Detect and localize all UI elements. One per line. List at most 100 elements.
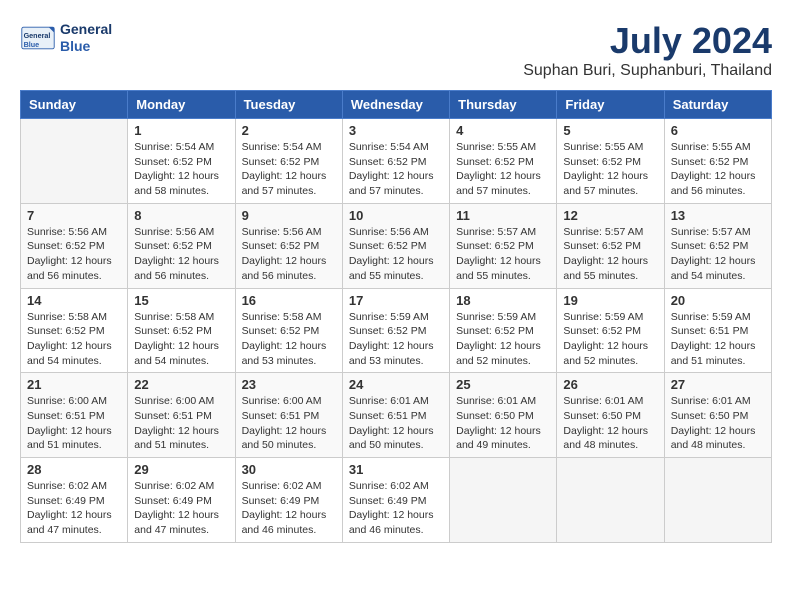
weekday-header-sunday: Sunday — [21, 91, 128, 119]
page-header: General Blue General Blue July 2024 Suph… — [20, 20, 772, 80]
weekday-header-thursday: Thursday — [450, 91, 557, 119]
day-number: 15 — [134, 293, 228, 308]
day-info: Sunrise: 6:02 AM Sunset: 6:49 PM Dayligh… — [349, 479, 443, 538]
calendar-cell: 27 Sunrise: 6:01 AM Sunset: 6:50 PM Dayli… — [664, 373, 771, 458]
day-number: 4 — [456, 123, 550, 138]
day-info: Sunrise: 6:02 AM Sunset: 6:49 PM Dayligh… — [27, 479, 121, 538]
day-info: Sunrise: 5:55 AM Sunset: 6:52 PM Dayligh… — [456, 140, 550, 199]
calendar-cell: 18Sunrise: 5:59 AM Sunset: 6:52 PM Dayli… — [450, 288, 557, 373]
day-number: 19 — [563, 293, 657, 308]
day-info: Sunrise: 5:56 AM Sunset: 6:52 PM Dayligh… — [242, 225, 336, 284]
calendar-cell: 3Sunrise: 5:54 AM Sunset: 6:52 PM Daylig… — [342, 119, 449, 204]
day-info: Sunrise: 6:00 AM Sunset: 6:51 PM Dayligh… — [242, 394, 336, 453]
day-info: Sunrise: 6:00 AM Sunset: 6:51 PM Dayligh… — [27, 394, 121, 453]
day-number: 31 — [349, 462, 443, 477]
day-number: 8 — [134, 208, 228, 223]
weekday-header-row: SundayMondayTuesdayWednesdayThursdayFrid… — [21, 91, 772, 119]
day-number: 6 — [671, 123, 765, 138]
day-number: 3 — [349, 123, 443, 138]
calendar-cell: 21Sunrise: 6:00 AM Sunset: 6:51 PM Dayli… — [21, 373, 128, 458]
calendar-week-5: 28Sunrise: 6:02 AM Sunset: 6:49 PM Dayli… — [21, 458, 772, 543]
calendar-week-3: 14 Sunrise: 5:58 AM Sunset: 6:52 PM Dayli… — [21, 288, 772, 373]
calendar-cell: 17Sunrise: 5:59 AM Sunset: 6:52 PM Dayli… — [342, 288, 449, 373]
day-number: 20 — [671, 293, 765, 308]
day-number: 10 — [349, 208, 443, 223]
calendar-cell: 13 Sunrise: 5:57 AM Sunset: 6:52 PM Dayli… — [664, 203, 771, 288]
day-number: 16 — [242, 293, 336, 308]
weekday-header-wednesday: Wednesday — [342, 91, 449, 119]
day-info: Sunrise: 5:55 AM Sunset: 6:52 PM Dayligh… — [563, 140, 657, 199]
day-info: Sunrise: 5:58 AM Sunset: 6:52 PM Dayligh… — [27, 310, 121, 369]
calendar-table: SundayMondayTuesdayWednesdayThursdayFrid… — [20, 90, 772, 543]
calendar-cell: 4 Sunrise: 5:55 AM Sunset: 6:52 PM Daylig… — [450, 119, 557, 204]
day-number: 11 — [456, 208, 550, 223]
day-info: Sunrise: 6:02 AM Sunset: 6:49 PM Dayligh… — [242, 479, 336, 538]
calendar-cell: 25Sunrise: 6:01 AM Sunset: 6:50 PM Dayli… — [450, 373, 557, 458]
calendar-cell: 16 Sunrise: 5:58 AM Sunset: 6:52 PM Dayli… — [235, 288, 342, 373]
day-number: 22 — [134, 377, 228, 392]
day-info: Sunrise: 6:01 AM Sunset: 6:50 PM Dayligh… — [671, 394, 765, 453]
calendar-cell: 11Sunrise: 5:57 AM Sunset: 6:52 PM Dayli… — [450, 203, 557, 288]
calendar-cell: 20Sunrise: 5:59 AM Sunset: 6:51 PM Dayli… — [664, 288, 771, 373]
calendar-week-1: 1Sunrise: 5:54 AM Sunset: 6:52 PM Daylig… — [21, 119, 772, 204]
day-info: Sunrise: 6:01 AM Sunset: 6:51 PM Dayligh… — [349, 394, 443, 453]
calendar-cell — [21, 119, 128, 204]
day-info: Sunrise: 5:57 AM Sunset: 6:52 PM Dayligh… — [563, 225, 657, 284]
day-number: 7 — [27, 208, 121, 223]
day-number: 14 — [27, 293, 121, 308]
calendar-cell — [450, 458, 557, 543]
day-number: 9 — [242, 208, 336, 223]
day-info: Sunrise: 6:02 AM Sunset: 6:49 PM Dayligh… — [134, 479, 228, 538]
day-number: 25 — [456, 377, 550, 392]
logo: General Blue General Blue — [20, 20, 112, 56]
calendar-cell: 9 Sunrise: 5:56 AM Sunset: 6:52 PM Daylig… — [235, 203, 342, 288]
month-year-title: July 2024 — [523, 20, 772, 62]
calendar-cell: 7 Sunrise: 5:56 AM Sunset: 6:52 PM Daylig… — [21, 203, 128, 288]
calendar-cell: 10Sunrise: 5:56 AM Sunset: 6:52 PM Dayli… — [342, 203, 449, 288]
svg-text:Blue: Blue — [24, 40, 40, 49]
day-info: Sunrise: 5:58 AM Sunset: 6:52 PM Dayligh… — [242, 310, 336, 369]
weekday-header-friday: Friday — [557, 91, 664, 119]
day-info: Sunrise: 6:01 AM Sunset: 6:50 PM Dayligh… — [563, 394, 657, 453]
calendar-cell: 22 Sunrise: 6:00 AM Sunset: 6:51 PM Dayli… — [128, 373, 235, 458]
calendar-cell — [664, 458, 771, 543]
day-number: 5 — [563, 123, 657, 138]
day-info: Sunrise: 5:56 AM Sunset: 6:52 PM Dayligh… — [27, 225, 121, 284]
calendar-cell: 1Sunrise: 5:54 AM Sunset: 6:52 PM Daylig… — [128, 119, 235, 204]
calendar-cell: 19 Sunrise: 5:59 AM Sunset: 6:52 PM Dayli… — [557, 288, 664, 373]
calendar-cell: 28Sunrise: 6:02 AM Sunset: 6:49 PM Dayli… — [21, 458, 128, 543]
day-number: 2 — [242, 123, 336, 138]
day-info: Sunrise: 6:00 AM Sunset: 6:51 PM Dayligh… — [134, 394, 228, 453]
day-info: Sunrise: 5:59 AM Sunset: 6:52 PM Dayligh… — [349, 310, 443, 369]
calendar-cell: 24 Sunrise: 6:01 AM Sunset: 6:51 PM Dayli… — [342, 373, 449, 458]
day-info: Sunrise: 5:54 AM Sunset: 6:52 PM Dayligh… — [134, 140, 228, 199]
weekday-header-saturday: Saturday — [664, 91, 771, 119]
day-number: 30 — [242, 462, 336, 477]
logo-text-line1: General — [60, 21, 112, 38]
calendar-cell: 23 Sunrise: 6:00 AM Sunset: 6:51 PM Dayli… — [235, 373, 342, 458]
day-number: 29 — [134, 462, 228, 477]
calendar-cell: 12 Sunrise: 5:57 AM Sunset: 6:52 PM Dayli… — [557, 203, 664, 288]
title-section: July 2024 Suphan Buri, Suphanburi, Thail… — [523, 20, 772, 80]
logo-icon: General Blue — [20, 20, 56, 56]
day-number: 24 — [349, 377, 443, 392]
logo-text-line2: Blue — [60, 38, 112, 55]
day-number: 13 — [671, 208, 765, 223]
day-number: 18 — [456, 293, 550, 308]
calendar-cell: 14 Sunrise: 5:58 AM Sunset: 6:52 PM Dayli… — [21, 288, 128, 373]
calendar-week-4: 21Sunrise: 6:00 AM Sunset: 6:51 PM Dayli… — [21, 373, 772, 458]
weekday-header-tuesday: Tuesday — [235, 91, 342, 119]
calendar-cell: 30 Sunrise: 6:02 AM Sunset: 6:49 PM Dayli… — [235, 458, 342, 543]
day-info: Sunrise: 5:58 AM Sunset: 6:52 PM Dayligh… — [134, 310, 228, 369]
day-number: 27 — [671, 377, 765, 392]
svg-text:General: General — [24, 31, 51, 40]
calendar-cell: 31 Sunrise: 6:02 AM Sunset: 6:49 PM Dayli… — [342, 458, 449, 543]
day-info: Sunrise: 5:57 AM Sunset: 6:52 PM Dayligh… — [671, 225, 765, 284]
day-info: Sunrise: 5:59 AM Sunset: 6:52 PM Dayligh… — [563, 310, 657, 369]
day-number: 23 — [242, 377, 336, 392]
day-info: Sunrise: 5:56 AM Sunset: 6:52 PM Dayligh… — [134, 225, 228, 284]
calendar-cell: 2Sunrise: 5:54 AM Sunset: 6:52 PM Daylig… — [235, 119, 342, 204]
calendar-cell: 6Sunrise: 5:55 AM Sunset: 6:52 PM Daylig… — [664, 119, 771, 204]
day-number: 26 — [563, 377, 657, 392]
day-number: 12 — [563, 208, 657, 223]
